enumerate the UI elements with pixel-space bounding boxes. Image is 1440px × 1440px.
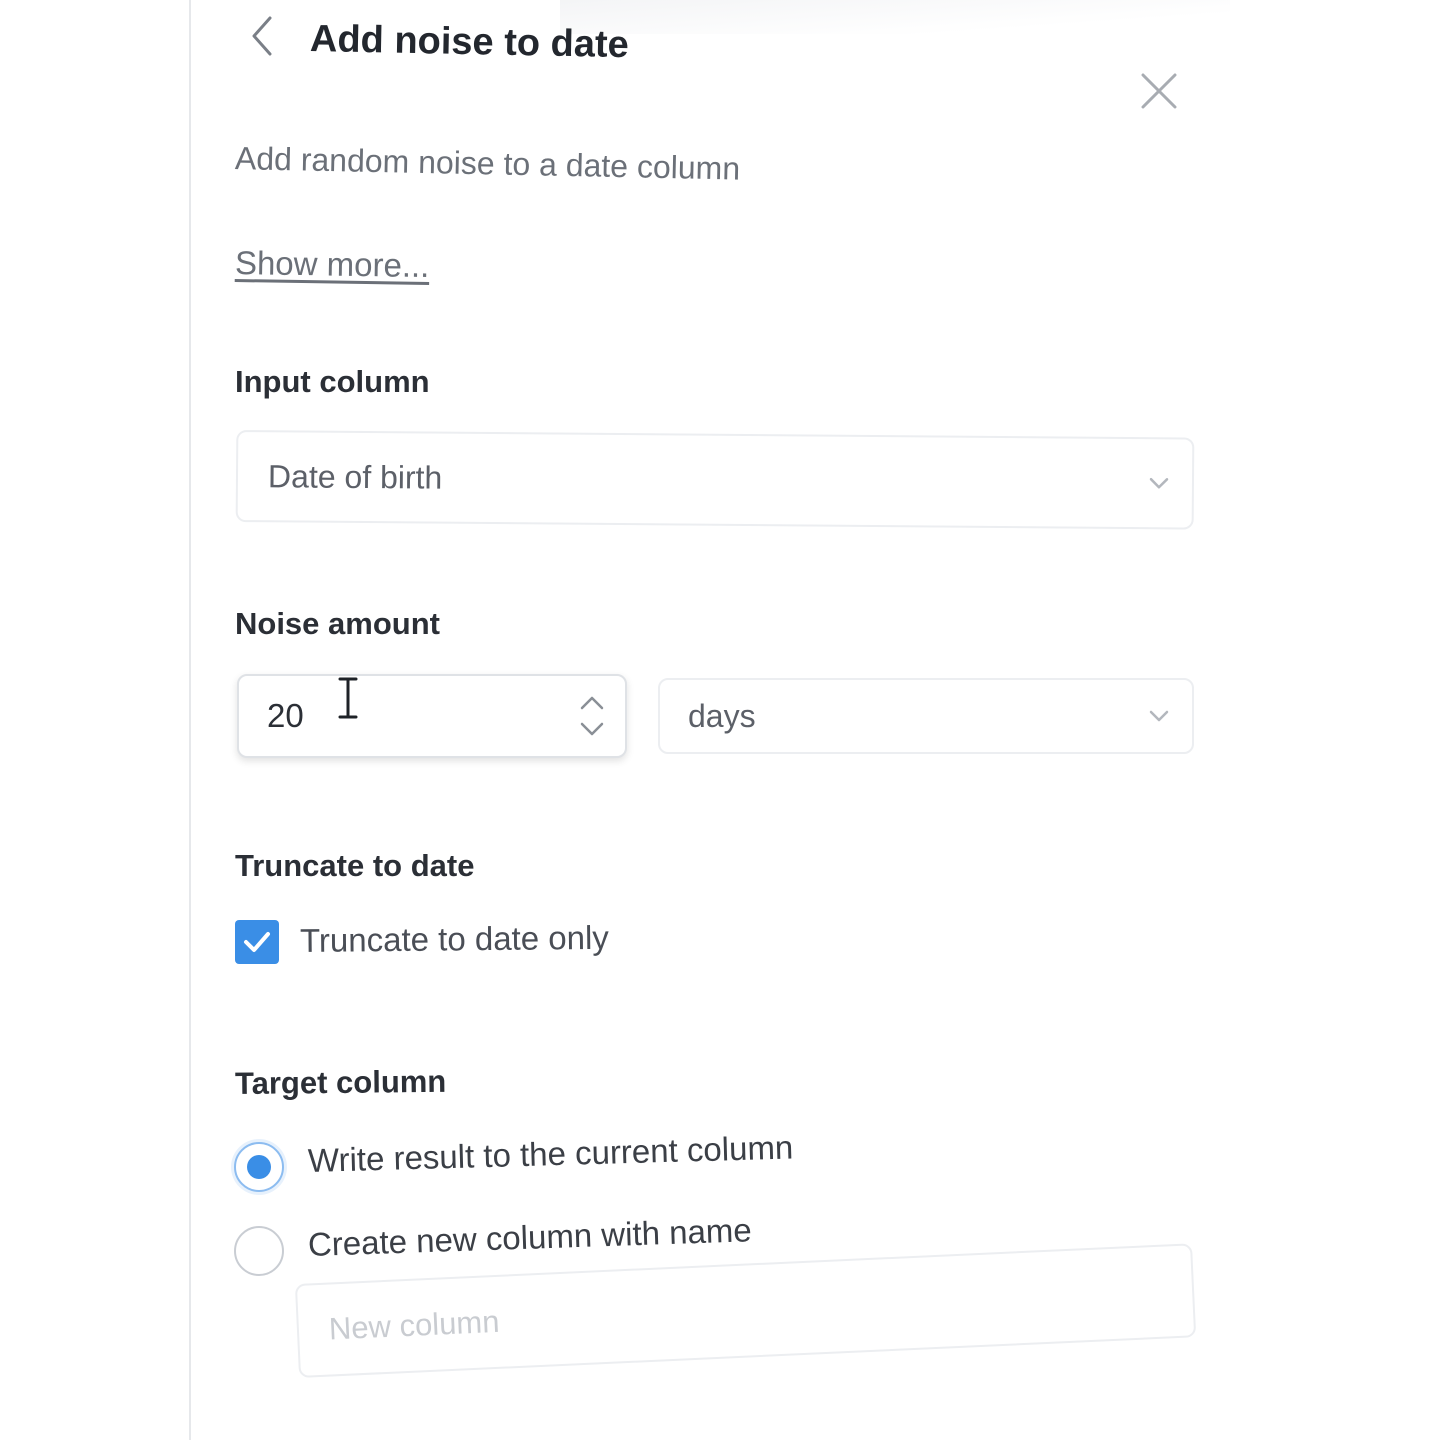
truncate-label: Truncate to date xyxy=(235,848,475,883)
noise-amount-label: Noise amount xyxy=(235,606,440,641)
noise-unit-value: days xyxy=(688,697,756,734)
truncate-checkbox[interactable] xyxy=(235,920,279,964)
input-column-label: Input column xyxy=(235,364,430,399)
radio-write-current-column[interactable] xyxy=(234,1142,284,1192)
checkmark-icon xyxy=(244,932,270,952)
text-cursor-icon xyxy=(338,677,358,719)
input-column-value: Date of birth xyxy=(267,457,443,496)
top-shade xyxy=(560,0,1230,34)
target-column-label: Target column xyxy=(234,1063,447,1101)
chevron-down-icon xyxy=(1149,710,1169,722)
noise-amount-input[interactable]: 20 xyxy=(237,674,627,758)
truncate-checkbox-label: Truncate to date only xyxy=(299,918,609,959)
noise-amount-stepper[interactable] xyxy=(575,686,609,746)
panel-title: Add noise to date xyxy=(309,18,630,67)
close-icon xyxy=(1141,73,1177,109)
close-button[interactable] xyxy=(1134,66,1184,116)
noise-amount-value: 20 xyxy=(267,697,304,734)
chevron-left-icon xyxy=(252,16,272,56)
show-more-link[interactable]: Show more... xyxy=(235,244,430,285)
back-button[interactable] xyxy=(244,12,280,60)
radio-selected-dot xyxy=(247,1155,271,1179)
input-column-select[interactable]: Date of birth xyxy=(235,430,1195,530)
new-column-name-input[interactable] xyxy=(328,1272,1193,1348)
noise-unit-select[interactable]: days xyxy=(658,678,1194,754)
left-pane xyxy=(0,0,191,1440)
chevron-down-icon xyxy=(1149,477,1169,489)
radio-create-new-column[interactable] xyxy=(234,1226,284,1276)
up-down-chevron-icon xyxy=(580,696,604,736)
